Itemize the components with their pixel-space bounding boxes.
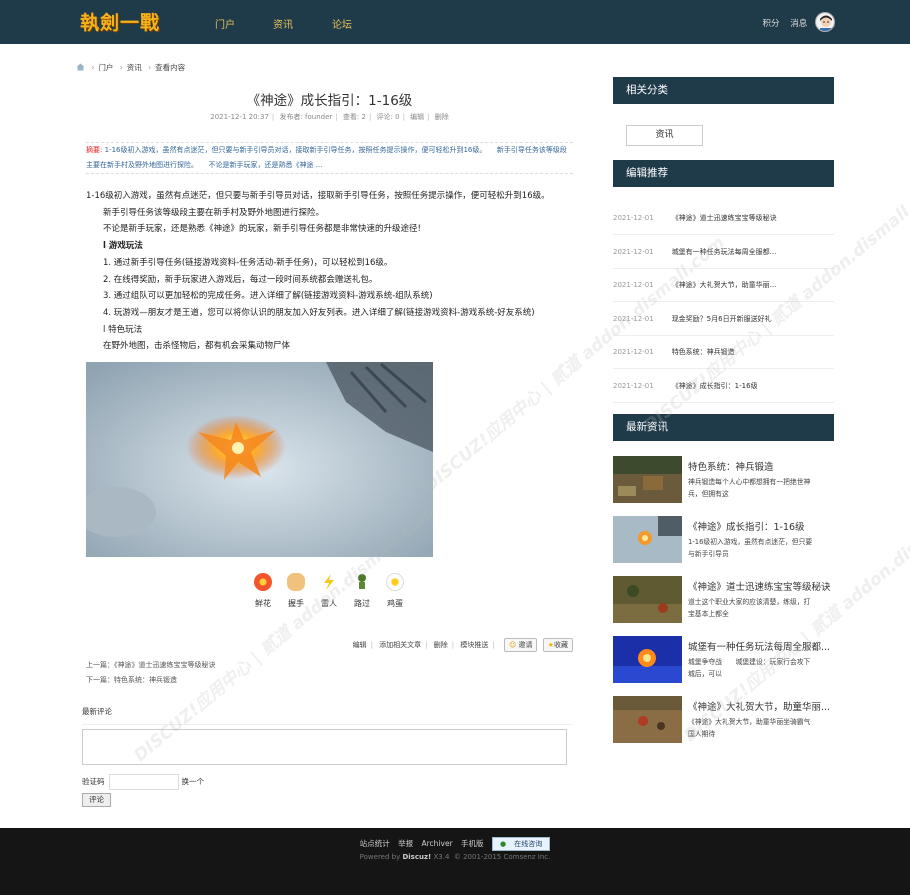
article-body: 1-16级初入游戏，虽然有点迷茫，但只要与新手引导员对话，接取新手引导任务，按照… — [86, 188, 576, 355]
article-views: 查看: 2 — [342, 113, 366, 121]
home-icon[interactable] — [76, 63, 85, 71]
recommend-heading: 编辑推荐 — [613, 160, 834, 187]
powered-by: Powered by Discuz! X3.4 © 2001-2015 Coms… — [359, 853, 551, 861]
news-desc: 神兵锻造每个人心中都想拥有一把绝世神兵，但拥有这 — [688, 478, 811, 498]
crumb-news[interactable]: 资讯 — [127, 63, 142, 72]
online-consult-button[interactable]: ● 在线咨询 — [491, 837, 551, 851]
news-desc: 道士这个职业大家的应该清楚，练级，打宝基本上都全 — [688, 598, 811, 618]
action-edit[interactable]: 编辑 — [353, 641, 367, 649]
delete-link[interactable]: 删除 — [435, 113, 449, 121]
news-item[interactable]: 《神途》成长指引：1-16级 1-16级初入游戏，虽然有点迷茫，但只要与新手引导… — [613, 516, 834, 569]
body-paragraph: 不论是新手玩家，还是熟悉《神途》的玩家，新手引导任务都是非常快速的升级途径! — [103, 224, 421, 235]
body-heading: l 游戏玩法 — [103, 241, 143, 252]
footer-links: 站点统计 举报 Archiver 手机版 ● 在线咨询 — [0, 837, 910, 851]
edit-link[interactable]: 编辑 — [410, 113, 424, 121]
news-title[interactable]: 《神途》道士迅速练宝宝等级秘诀 — [688, 579, 834, 593]
nav-portal[interactable]: 门户 — [215, 16, 235, 31]
top-navbar: 執劍一戰 门户 资讯 论坛 积分 消息 提醒 — [0, 0, 910, 44]
credits-link[interactable]: 积分 — [763, 19, 780, 29]
news-item[interactable]: 特色系统：神兵锻造 神兵锻造每个人心中都想拥有一把绝世神兵，但拥有这 — [613, 456, 834, 509]
reaction-egg[interactable]: 鸡蛋 — [382, 573, 408, 609]
flower-icon — [254, 573, 272, 591]
favorite-button[interactable]: ★收藏 — [542, 638, 573, 652]
category-item-news[interactable]: 资讯 — [626, 125, 703, 146]
footer-mobile-link[interactable]: 手机版 — [461, 839, 484, 848]
recommend-item[interactable]: 2021-12-01 《神途》道士迅速练宝宝等级秘诀 — [613, 201, 834, 235]
action-add-related[interactable]: 添加相关文章 — [379, 641, 421, 649]
news-thumbnail[interactable] — [613, 696, 682, 743]
page-footer: 站点统计 举报 Archiver 手机版 ● 在线咨询 Powered by D… — [0, 828, 910, 895]
discuz-link[interactable]: Discuz! — [402, 853, 431, 861]
news-title[interactable]: 《神途》成长指引：1-16级 — [688, 519, 834, 533]
action-push[interactable]: 模块推送 — [460, 641, 488, 649]
footer-stats-link[interactable]: 站点统计 — [360, 839, 390, 848]
nav-news[interactable]: 资讯 — [273, 16, 293, 31]
crumb-current: 查看内容 — [155, 63, 186, 72]
body-heading: l 特色玩法 — [103, 324, 143, 335]
body-paragraph: 4. 玩游戏—朋友才是王道，您可以将你认识的朋友加入好友列表。进入详细了解(链接… — [103, 307, 535, 318]
avatar[interactable] — [815, 12, 835, 32]
nav-forum[interactable]: 论坛 — [332, 16, 352, 31]
prev-next-links: 上一篇：《神途》道士迅速练宝宝等级秘诀 下一篇：特色系统：神兵锻造 — [86, 658, 216, 688]
site-logo[interactable]: 執劍一戰 — [80, 8, 160, 35]
handshake-icon — [287, 573, 305, 591]
captcha-row: 验证码 换一个 — [82, 774, 204, 790]
invite-icon: ☺ — [508, 641, 517, 649]
article-date: 2021-12-1 20:37 — [210, 113, 269, 121]
next-article-link[interactable]: 下一篇：特色系统：神兵锻造 — [86, 673, 216, 688]
messages-link[interactable]: 消息 — [790, 19, 807, 29]
article-comments-count[interactable]: 评论: 0 — [377, 113, 400, 121]
body-paragraph: 1. 通过新手引导任务(链接游戏资料-任务活动-新手任务)，可以轻松到16级。 — [103, 257, 393, 268]
news-item[interactable]: 《神途》道士迅速练宝宝等级秘诀 道士这个职业大家的应该清楚，练级，打宝基本上都全 — [613, 576, 834, 629]
breadcrumb: › 门户 › 资讯 › 查看内容 — [76, 62, 185, 73]
egg-icon — [386, 573, 404, 591]
captcha-label: 验证码 — [82, 777, 105, 786]
article-image — [86, 362, 433, 557]
article-meta: 2021-12-1 20:37 | 发布者: founder | 查看: 2 | 评论… — [210, 113, 449, 121]
summary-text: 1-16级初入游戏，虽然有点迷茫，但只要与新手引导员对话，接取新手引导任务，按照… — [86, 146, 567, 169]
footer-archiver-link[interactable]: Archiver — [422, 839, 453, 848]
news-thumbnail[interactable] — [613, 636, 682, 683]
body-paragraph: 2. 在线得奖励，新手玩家进入游戏后，每过一段时间系统都会赠送礼包。 — [103, 274, 378, 285]
body-paragraph: 新手引导任务该等级段主要在新手村及野外地图进行探险。 — [103, 207, 325, 218]
body-paragraph: 在野外地图，击杀怪物后，都有机会采集动物尸体 — [103, 341, 291, 352]
article-summary: 摘要: 1-16级初入游戏，虽然有点迷茫，但只要与新手引导员对话，接取新手引导任… — [86, 142, 573, 174]
news-desc: 1-16级初入游戏，虽然有点迷茫，但只要与新手引导员 — [688, 538, 813, 558]
body-paragraph: 3. 通过组队可以更加轻松的完成任务。进入详细了解(链接游戏资料-游戏系统-组队… — [103, 291, 433, 302]
invite-button[interactable]: ☺ 邀请 — [503, 638, 538, 652]
category-heading: 相关分类 — [613, 77, 834, 104]
submit-comment-button[interactable]: 评论 — [82, 793, 111, 807]
captcha-input[interactable] — [108, 774, 179, 790]
captcha-refresh-link[interactable]: 换一个 — [182, 777, 205, 786]
news-thumbnail[interactable] — [613, 576, 682, 623]
article-title: 《神途》成长指引：1-16级 — [246, 93, 413, 109]
footer-report-link[interactable]: 举报 — [398, 839, 413, 848]
body-paragraph: 1-16级初入游戏，虽然有点迷茫，但只要与新手引导员对话，接取新手引导任务，按照… — [86, 191, 550, 201]
prev-article-link[interactable]: 上一篇：《神途》道士迅速练宝宝等级秘诀 — [86, 658, 216, 673]
chat-icon: ● — [499, 840, 507, 848]
crumb-portal[interactable]: 门户 — [98, 63, 113, 72]
news-thumbnail[interactable] — [613, 456, 682, 503]
article-actions: 编辑 | 添加相关文章 | 删除 | 模块推送 | ☺ 邀请 ★收藏 — [86, 638, 573, 652]
action-delete[interactable]: 删除 — [434, 641, 448, 649]
article-author[interactable]: 发布者: founder — [279, 113, 332, 121]
summary-label: 摘要: — [86, 146, 103, 154]
reaction-flower[interactable]: 鲜花 — [250, 573, 276, 609]
news-title[interactable]: 特色系统：神兵锻造 — [688, 459, 834, 473]
news-thumbnail[interactable] — [613, 516, 682, 563]
